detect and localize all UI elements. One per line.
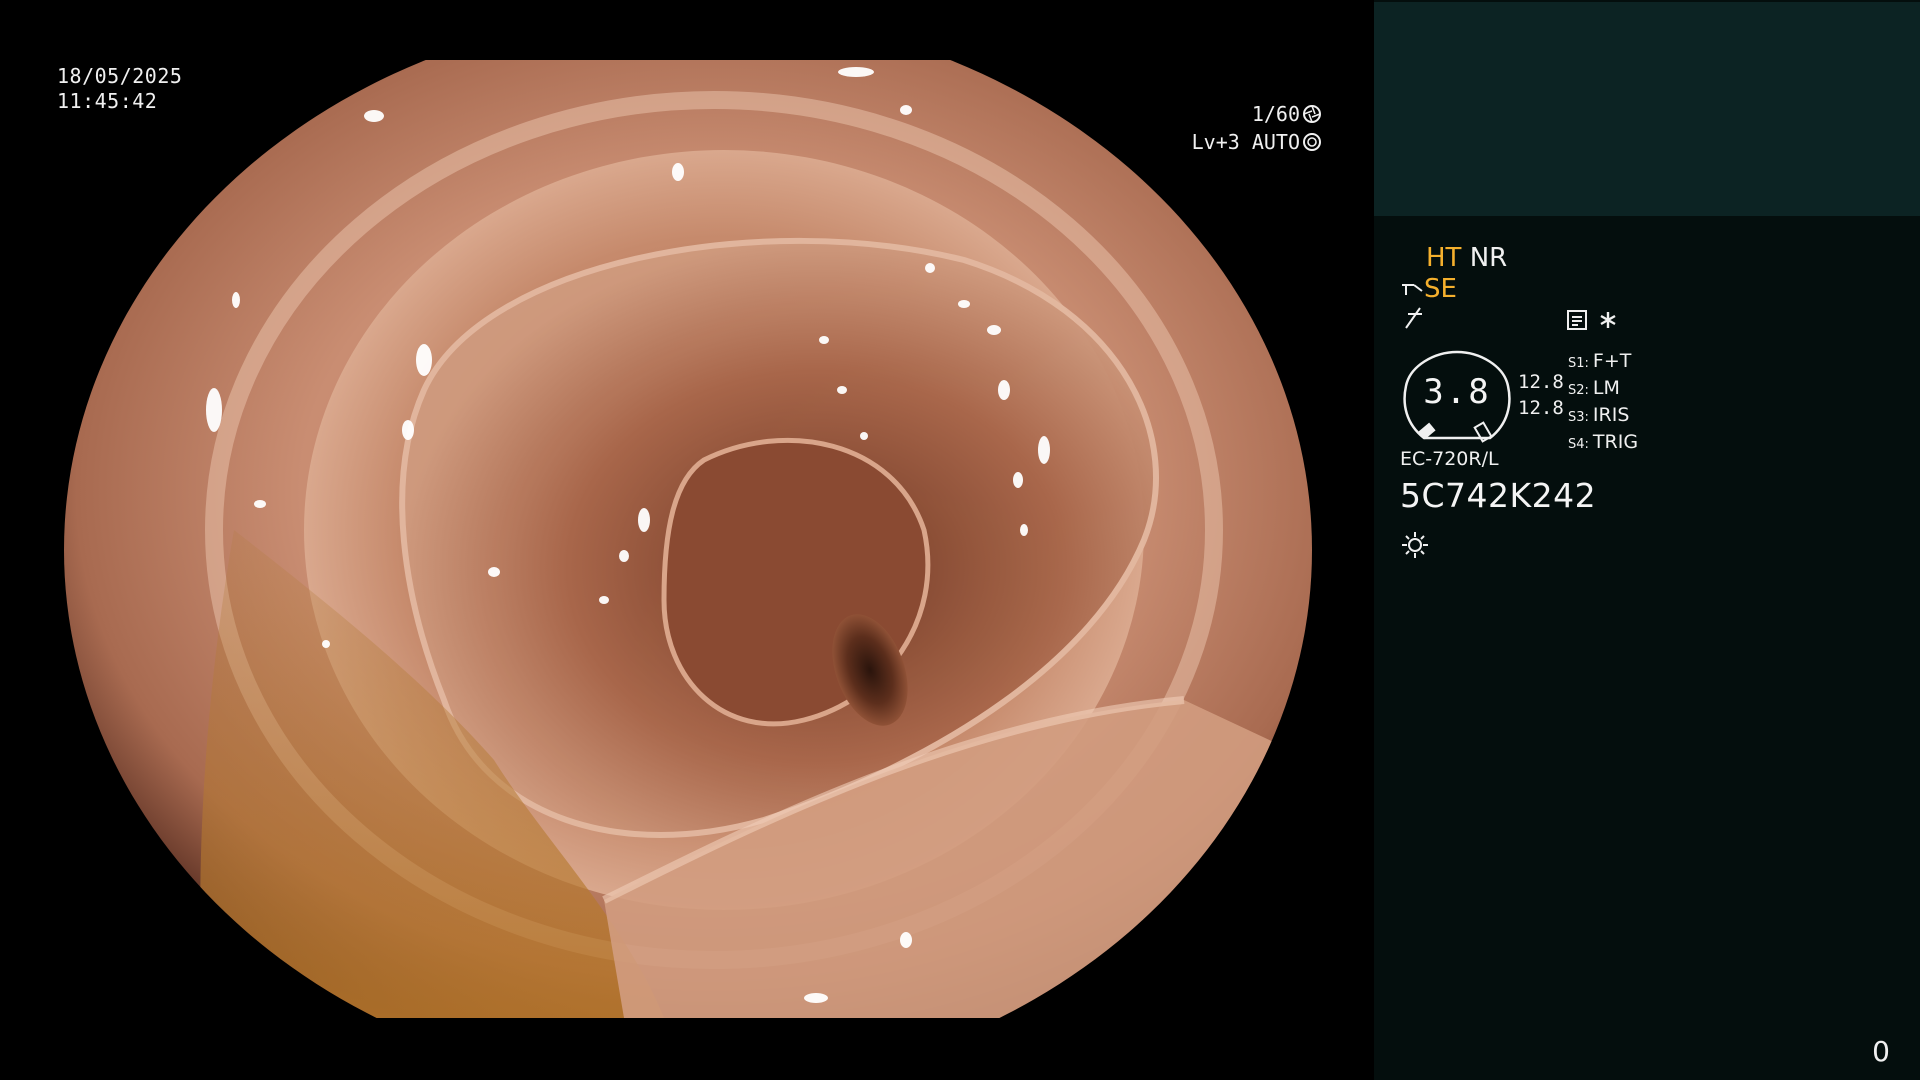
switch-key: S4:: [1568, 437, 1589, 452]
asterisk-icon: [1600, 312, 1616, 328]
light-source-icon: [1402, 532, 1428, 558]
shutter-aperture-icon: [1303, 105, 1321, 123]
scope-serial: 5C742K242: [1400, 476, 1597, 515]
brightness-level: Lv+3 AUTO: [1191, 130, 1300, 154]
switch-item: S1: F+T: [1568, 349, 1638, 376]
structure-enhance-icon: [1405, 307, 1422, 329]
exam-date: 18/05/2025: [57, 64, 183, 88]
gauge-number-1: 12.8: [1518, 371, 1564, 393]
info-panel: HT NR SE 3.8 12.8 12.8 S1: F+T S2: LM S3…: [1374, 0, 1920, 1080]
exam-time: 11:45:42: [57, 89, 158, 113]
date-time-overlay: 18/05/2025 11:45:42: [57, 64, 182, 114]
endoscope-image: [64, 60, 1312, 1018]
processing-modes-row: HT NR: [1426, 243, 1507, 273]
shutter-speed: 1/60: [1251, 102, 1300, 126]
brightness-row: Lv+3 AUTO: [1192, 128, 1322, 156]
page-number: 0: [1872, 1035, 1890, 1068]
switch-item: S3: IRIS: [1568, 403, 1638, 430]
settings-panel: HT NR SE 3.8 12.8 12.8 S1: F+T S2: LM S3…: [1374, 0, 1920, 1080]
switch-key: S3:: [1568, 410, 1589, 425]
scope-switch-list: S1: F+T S2: LM S3: IRIS S4: TRIG: [1568, 349, 1638, 457]
iris-icon: [1303, 133, 1321, 151]
mode-ht: HT: [1426, 243, 1462, 273]
switch-item: S2: LM: [1568, 376, 1638, 403]
mode-se: SE: [1424, 274, 1457, 304]
exposure-overlay: 1/60 Lv+3 AUTO: [1192, 100, 1322, 156]
switch-label: LM: [1592, 377, 1620, 399]
memo-icon: [1567, 310, 1587, 330]
gauge-numbers: 12.8 12.8: [1518, 369, 1564, 421]
video-area: 18/05/2025 11:45:42 1/60 Lv+3 AUTO: [0, 0, 1374, 1080]
switch-item: S4: TRIG: [1568, 430, 1638, 457]
switch-label: F+T: [1592, 350, 1632, 372]
scope-model: EC-720R/L: [1400, 448, 1499, 470]
scope-tip-icon: [1402, 284, 1423, 295]
switch-label: TRIG: [1592, 431, 1639, 453]
switch-key: S2:: [1568, 383, 1589, 398]
switch-label: IRIS: [1592, 404, 1630, 426]
gauge-value: 3.8: [1423, 372, 1491, 412]
switch-key: S1:: [1568, 356, 1589, 371]
gauge-number-2: 12.8: [1518, 397, 1564, 419]
shutter-row: 1/60: [1192, 100, 1322, 128]
endoscopy-display: 18/05/2025 11:45:42 1/60 Lv+3 AUTO HT NR…: [0, 0, 1920, 1080]
mode-nr: NR: [1469, 243, 1508, 273]
